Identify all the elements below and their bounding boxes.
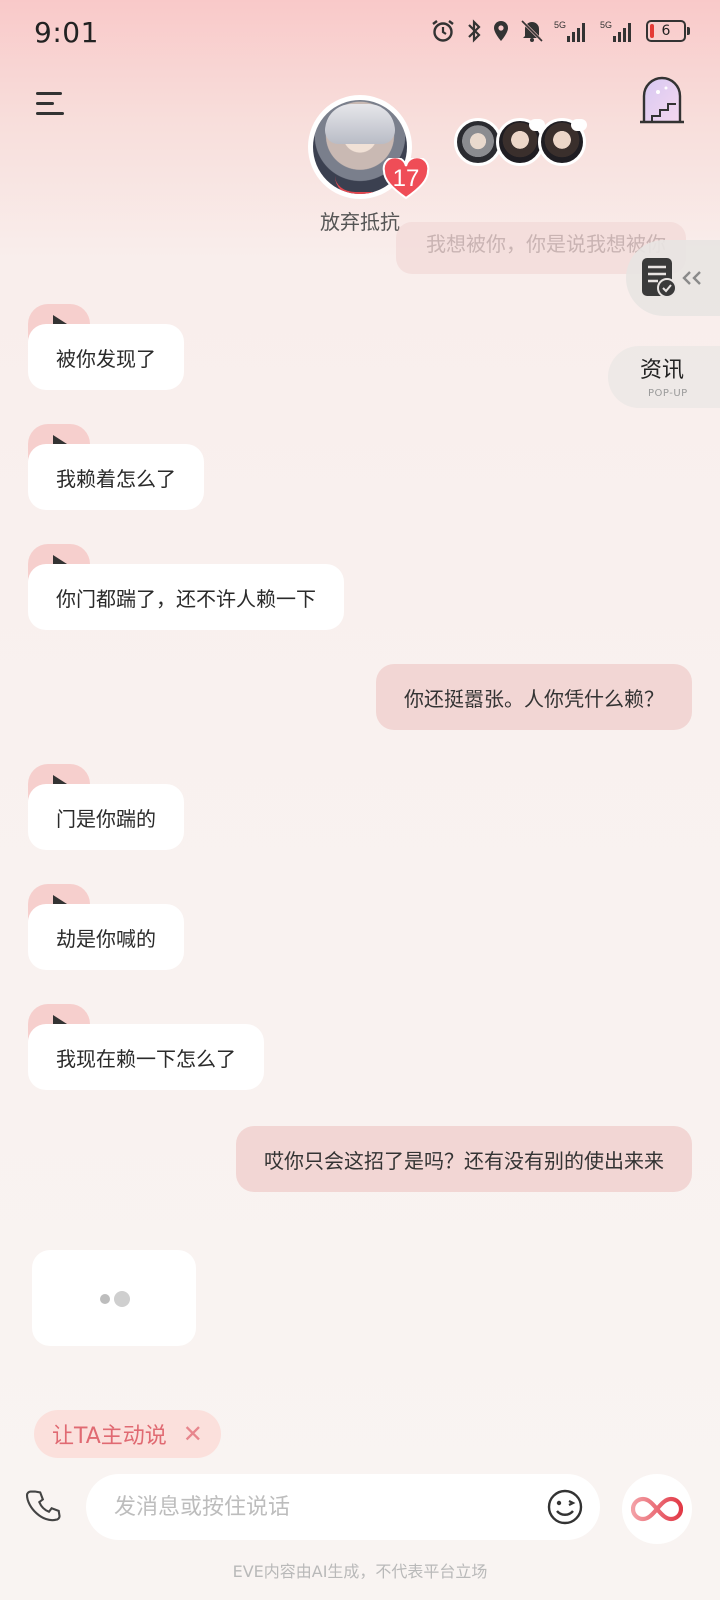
ai-infinity-button[interactable] [622, 1474, 692, 1544]
infinity-icon [631, 1496, 683, 1522]
other-characters[interactable] [454, 118, 587, 166]
document-check-icon [642, 258, 701, 298]
location-icon [494, 21, 508, 41]
phone-call-icon[interactable] [24, 1488, 64, 1528]
ai-disclaimer: EVE内容由AI生成，不代表平台立场 [232, 1562, 488, 1581]
user-message[interactable]: 你还挺嚣张。人你凭什么赖？ [376, 664, 692, 730]
portal-door-icon[interactable] [638, 76, 686, 126]
news-popup-button[interactable]: 资讯 POP-UP [608, 346, 720, 408]
svg-text:5G: 5G [554, 20, 566, 30]
message-text[interactable]: 被你发现了 [28, 324, 184, 390]
message-text[interactable]: 我赖着怎么了 [28, 444, 204, 510]
message-text[interactable]: 门是你踹的 [28, 784, 184, 850]
message-text[interactable]: 劫是你喊的 [28, 904, 184, 970]
alarm-icon [432, 20, 454, 42]
affinity-level: 17 [392, 165, 420, 192]
battery-level: 6 [661, 23, 671, 39]
user-message[interactable]: 哎你只会这招了是吗？还有没有别的使出来来 [236, 1126, 692, 1192]
message-text[interactable]: 我现在赖一下怎么了 [28, 1024, 264, 1090]
bluetooth-icon [468, 19, 481, 43]
let-ta-speak-chip[interactable]: 让TA主动说 ✕ [34, 1410, 221, 1458]
character-avatar-mini[interactable] [454, 118, 502, 166]
character-avatar-mini[interactable] [496, 118, 545, 166]
message-text[interactable]: 你门都踹了，还不许人赖一下 [28, 564, 344, 630]
mute-icon [520, 19, 544, 43]
emoji-icon[interactable] [546, 1488, 584, 1526]
signal-5g-icon: 5G [554, 20, 585, 42]
character-avatar-mini[interactable] [538, 118, 587, 166]
battery-indicator: 6 [646, 20, 690, 42]
svg-text:5G: 5G [600, 20, 612, 30]
news-sublabel: POP-UP [648, 388, 688, 399]
status-time: 9:01 [34, 16, 99, 49]
status-bar: 9:01 5G 5G 6 [0, 0, 720, 70]
chip-label: 让TA主动说 [52, 1424, 167, 1449]
signal-5g-icon: 5G [600, 20, 631, 42]
message-input-box[interactable] [86, 1474, 600, 1540]
affinity-level-badge[interactable]: 17 [382, 156, 430, 200]
menu-icon[interactable] [36, 90, 68, 118]
news-label: 资讯 [640, 358, 685, 383]
status-icons: 5G 5G 6 [430, 18, 690, 44]
close-icon[interactable]: ✕ [183, 1420, 203, 1448]
side-document-button[interactable] [626, 240, 720, 316]
message-input[interactable] [114, 1474, 514, 1540]
typing-indicator [32, 1250, 196, 1346]
